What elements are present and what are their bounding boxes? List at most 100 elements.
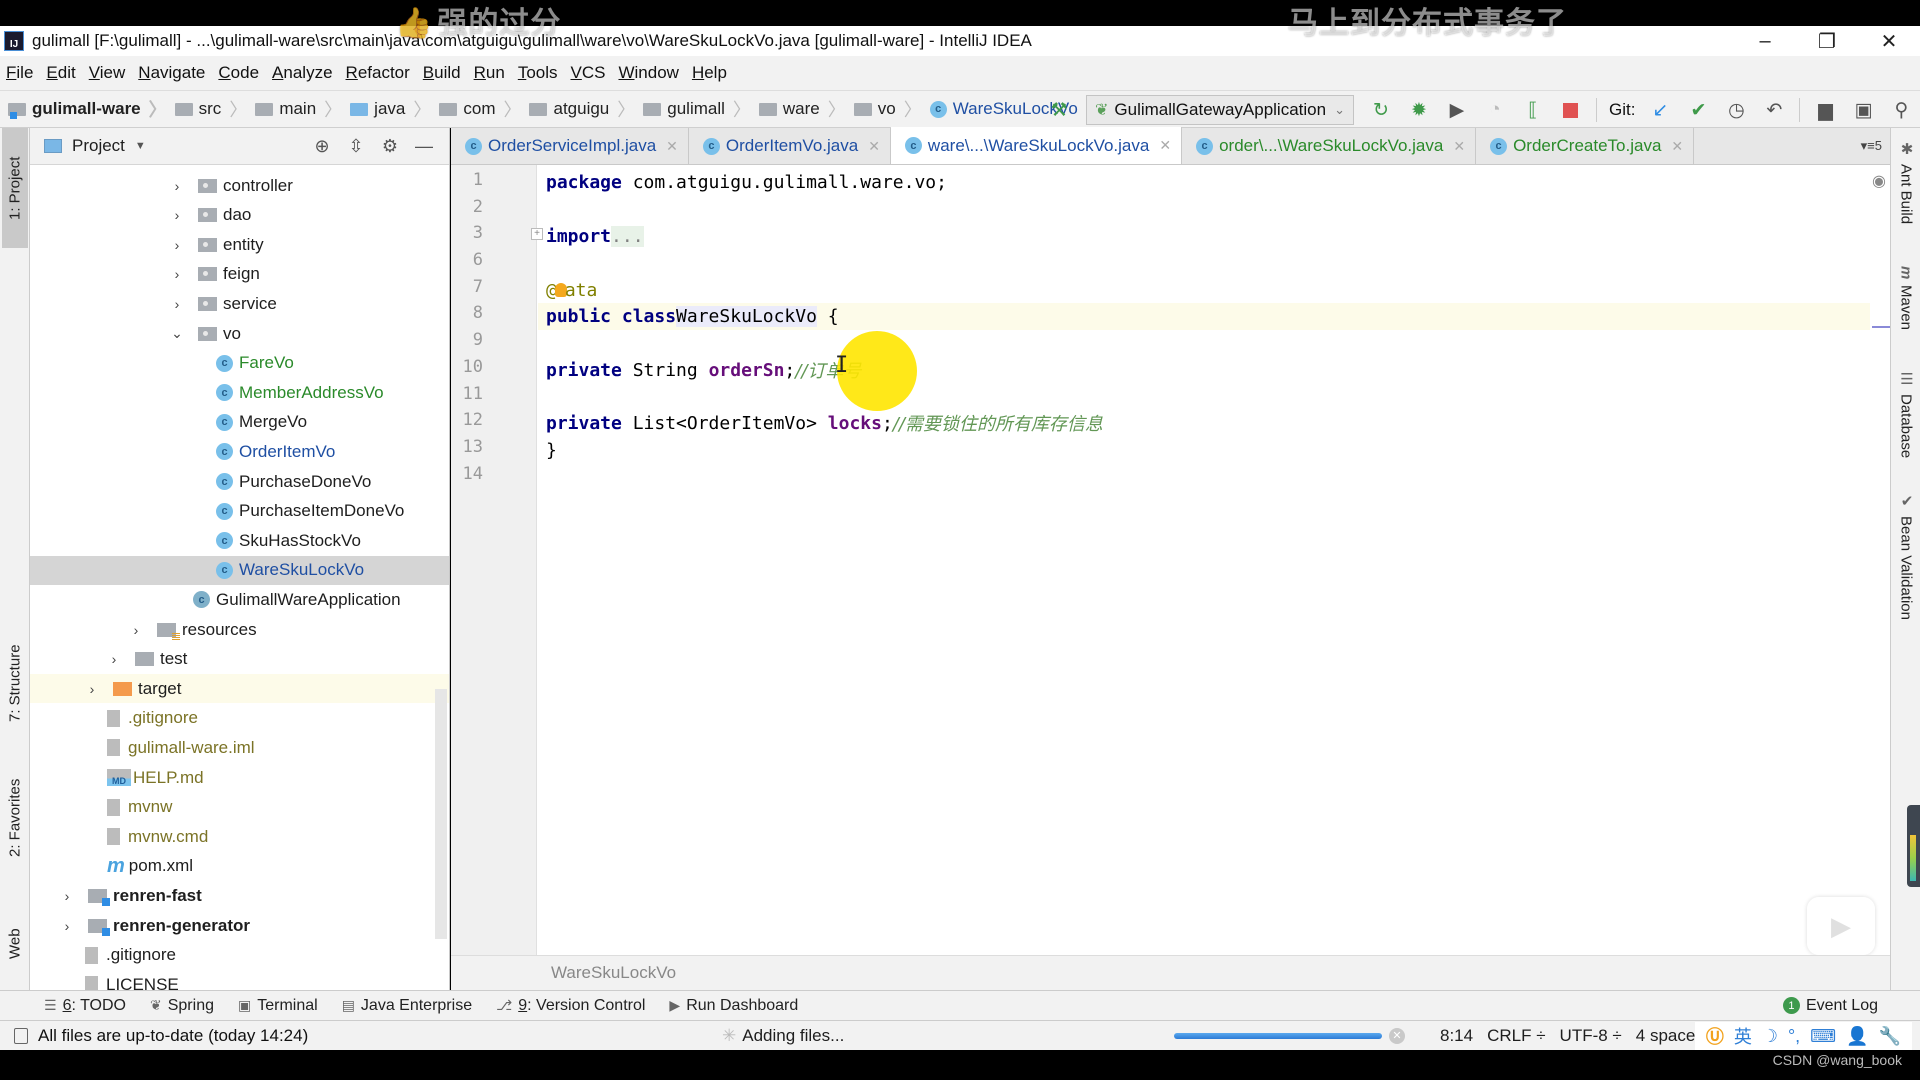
close-button[interactable]: ✕	[1858, 26, 1920, 56]
background-task[interactable]: ✳ Adding files...	[722, 1026, 844, 1046]
tree-item[interactable]: .gitignore	[30, 704, 449, 733]
run-configuration-select[interactable]: ❦ GulimallGatewayApplication ⌄	[1086, 95, 1354, 125]
tool-window-spring[interactable]: ❦ Spring	[150, 997, 214, 1015]
cancel-task-icon[interactable]: ✕	[1389, 1027, 1405, 1044]
close-tab-icon[interactable]: ✕	[868, 138, 880, 155]
ime-language[interactable]: 英	[1734, 1023, 1752, 1049]
git-commit-icon[interactable]: ✔	[1685, 97, 1711, 123]
event-log-button[interactable]: 1 Event Log	[1782, 997, 1878, 1015]
attach-debugger-icon[interactable]: ⟦	[1520, 97, 1546, 123]
tree-item[interactable]: › target	[30, 674, 449, 704]
editor-tab[interactable]: c order\...\WareSkuLockVo.java ✕	[1182, 128, 1477, 164]
folded-imports[interactable]: ...	[611, 225, 644, 247]
tree-item[interactable]: LICENSE	[30, 970, 449, 990]
tree-item[interactable]: › renren-generator	[30, 911, 449, 940]
tree-item[interactable]: c GulimallWareApplication	[30, 585, 449, 614]
tree-item[interactable]: › controller	[30, 171, 449, 200]
tree-item[interactable]: m pom.xml	[30, 852, 449, 881]
tree-item[interactable]: › resources	[30, 615, 449, 644]
menu-analyze[interactable]: Analyze	[272, 63, 332, 83]
moon-icon[interactable]: ☽	[1762, 1026, 1778, 1047]
menu-vcs[interactable]: VCS	[571, 63, 606, 83]
video-play-icon[interactable]: ▶	[1807, 897, 1875, 955]
project-structure-icon[interactable]: ▆	[1812, 97, 1838, 123]
build-hammer-icon[interactable]: ⚒	[1046, 97, 1072, 123]
chevron-right-icon[interactable]: ›	[129, 622, 143, 638]
error-stripe-mark[interactable]	[1872, 326, 1890, 328]
file-encoding[interactable]: UTF-8 ÷	[1560, 1026, 1622, 1046]
tool-tab-bean-validation[interactable]: ✔ Bean Validation	[1894, 492, 1918, 620]
line-separator[interactable]: CRLF ÷	[1487, 1026, 1545, 1046]
tree-item[interactable]: ⌄ vo	[30, 319, 449, 348]
menu-help[interactable]: Help	[692, 63, 727, 83]
chevron-right-icon[interactable]: ›	[170, 178, 184, 194]
tool-window-run-dashboard[interactable]: ▶ Run Dashboard	[669, 997, 798, 1015]
indent-setting[interactable]: 4 spaces	[1636, 1026, 1704, 1046]
collapse-all-icon[interactable]: ⇳	[339, 136, 373, 157]
minimize-button[interactable]: –	[1734, 26, 1796, 56]
tree-item[interactable]: c MemberAddressVo	[30, 378, 449, 407]
editor-tab-active[interactable]: c ware\...\WareSkuLockVo.java ✕	[890, 127, 1183, 164]
tool-window-java-enterprise[interactable]: ▤ Java Enterprise	[342, 997, 472, 1015]
breadcrumb-item[interactable]: vo 〉	[853, 96, 930, 122]
tree-item[interactable]: › test	[30, 645, 449, 674]
close-tab-icon[interactable]: ✕	[1159, 137, 1171, 154]
menu-code[interactable]: Code	[218, 63, 259, 83]
toggle-tool-windows-icon[interactable]	[14, 1027, 28, 1044]
tree-item[interactable]: MD HELP.md	[30, 763, 449, 792]
menu-view[interactable]: View	[89, 63, 126, 83]
tree-item[interactable]: › dao	[30, 201, 449, 230]
tree-item[interactable]: c FareVo	[30, 349, 449, 378]
tool-tab-database[interactable]: ☰ Database	[1894, 370, 1918, 458]
run-anything-icon[interactable]: ▣	[1850, 97, 1876, 123]
hide-panel-icon[interactable]: —	[407, 136, 441, 157]
git-update-icon[interactable]: ↙	[1647, 97, 1673, 123]
tool-window-todo[interactable]: ☰ 6: TODO	[44, 997, 126, 1015]
tree-item[interactable]: .gitignore	[30, 941, 449, 970]
breadcrumb-item[interactable]: gulimall-ware 〉	[8, 96, 175, 122]
chevron-right-icon[interactable]: ›	[170, 296, 184, 312]
editor-tab[interactable]: c OrderItemVo.java ✕	[689, 128, 891, 164]
tree-item[interactable]: › service	[30, 289, 449, 318]
scrollbar[interactable]	[435, 689, 447, 939]
code-editor[interactable]: 1 2 3 6 7 8 9 10 11 12 13 14 + package c…	[451, 165, 1890, 955]
tool-tab-favorites[interactable]: 2: Favorites	[2, 763, 28, 873]
close-tab-icon[interactable]: ✕	[1671, 138, 1683, 155]
breadcrumb-item[interactable]: java 〉	[350, 96, 439, 122]
profile-icon[interactable]: ◔	[1482, 97, 1508, 123]
editor-tab[interactable]: c OrderServiceImpl.java ✕	[451, 128, 689, 164]
editor-tab[interactable]: c OrderCreateTo.java ✕	[1476, 128, 1695, 164]
tree-item[interactable]: c OrderItemVo	[30, 437, 449, 466]
search-icon[interactable]: ⚲	[1888, 97, 1914, 123]
user-icon[interactable]: 👤	[1846, 1026, 1868, 1047]
run-with-coverage-icon[interactable]: ▶	[1444, 97, 1470, 123]
restore-button[interactable]: ❐	[1796, 26, 1858, 56]
menu-refactor[interactable]: Refactor	[346, 63, 410, 83]
menu-edit[interactable]: Edit	[46, 63, 75, 83]
tool-tab-maven[interactable]: m Maven	[1894, 266, 1918, 330]
gear-icon[interactable]: ⚙	[373, 136, 407, 157]
dropdown-arrow-icon[interactable]: ▼	[135, 140, 146, 152]
menu-build[interactable]: Build	[423, 63, 461, 83]
tool-tab-ant-build[interactable]: ✱ Ant Build	[1894, 140, 1918, 224]
tree-item[interactable]: mvnw	[30, 793, 449, 822]
tool-window-terminal[interactable]: ▣ Terminal	[238, 997, 318, 1015]
menu-run[interactable]: Run	[474, 63, 505, 83]
menu-window[interactable]: Window	[618, 63, 678, 83]
menu-tools[interactable]: Tools	[518, 63, 558, 83]
breadcrumb-item[interactable]: ware 〉	[758, 96, 854, 122]
tool-window-version-control[interactable]: ⎇ 9: Version Control	[496, 997, 645, 1015]
project-view-select[interactable]: Project	[72, 136, 125, 156]
punctuation-icon[interactable]: °,	[1788, 1026, 1800, 1047]
tree-item[interactable]: c PurchaseDoneVo	[30, 467, 449, 496]
debug-icon[interactable]: ✹	[1406, 97, 1432, 123]
caret-position[interactable]: 8:14	[1440, 1026, 1473, 1046]
breadcrumb-item[interactable]: com 〉	[439, 96, 529, 122]
tree-item[interactable]: › feign	[30, 260, 449, 289]
breadcrumb-item[interactable]: atguigu 〉	[529, 96, 643, 122]
ime-logo-icon[interactable]: Ⓤ	[1706, 1023, 1724, 1049]
chevron-right-icon[interactable]: ›	[85, 681, 99, 697]
keyboard-icon[interactable]: ⌨	[1810, 1026, 1836, 1047]
chevron-right-icon[interactable]: ›	[170, 266, 184, 282]
tool-tab-project[interactable]: 1: Project	[2, 128, 28, 248]
